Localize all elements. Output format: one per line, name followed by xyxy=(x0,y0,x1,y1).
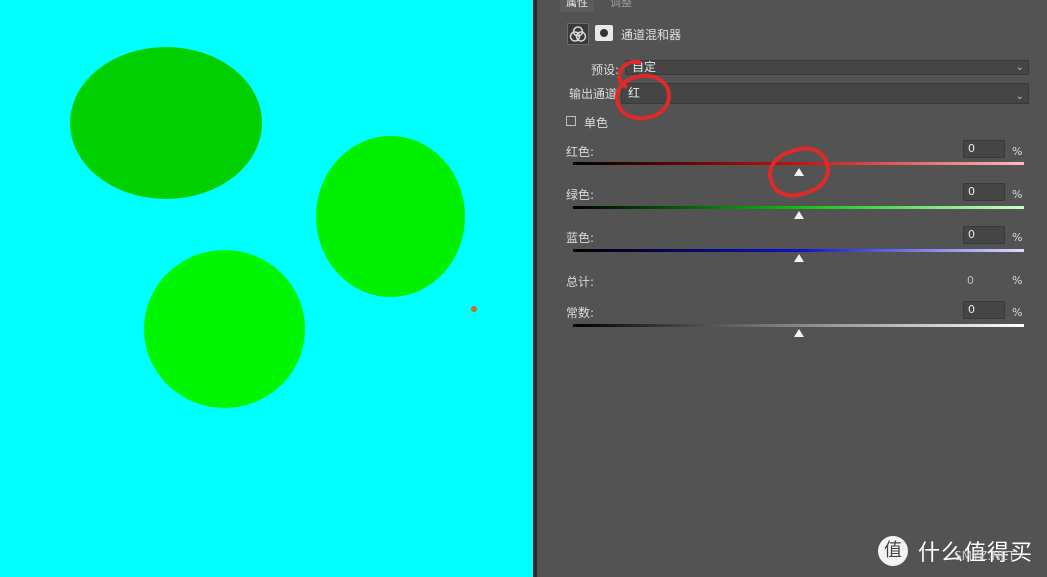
ellipse-green-bottom xyxy=(144,250,305,408)
chevron-down-icon: ⌄ xyxy=(1015,62,1024,73)
layer-mask-icon[interactable] xyxy=(595,25,613,41)
watermark: 值 什么值得买 SMYZ.NET xyxy=(878,533,1047,569)
total-percent-sign: % xyxy=(1012,274,1023,287)
tab-adjustments[interactable]: 调整 xyxy=(604,0,638,12)
pixel-speck xyxy=(471,306,477,312)
green-slider-track[interactable] xyxy=(573,206,1024,209)
blue-percent-sign: % xyxy=(1012,231,1023,244)
red-value-input[interactable]: 0 xyxy=(963,140,1005,158)
panel-tabs: 属性 调整 xyxy=(555,0,1047,14)
watermark-logo: 值 xyxy=(878,536,908,566)
constant-slider-thumb[interactable] xyxy=(793,329,804,337)
monochrome-label: 单色 xyxy=(584,116,609,130)
constant-value-input[interactable]: 0 xyxy=(963,301,1005,319)
properties-panel: 属性 调整 通道混和器 预设: 自定 ⌄ 输出通道 红 ⌄ 单色 红色: 0 %… xyxy=(555,0,1047,577)
channel-mixer-icon[interactable] xyxy=(567,23,589,45)
ellipse-dark-green xyxy=(70,47,262,199)
green-slider-thumb[interactable] xyxy=(793,211,804,219)
watermark-subtext: SMYZ.NET xyxy=(954,549,1016,563)
red-slider-label: 红色: xyxy=(566,145,595,159)
ellipse-green-right xyxy=(316,136,465,297)
red-percent-sign: % xyxy=(1012,145,1023,158)
blue-slider-track[interactable] xyxy=(573,249,1024,252)
channel-mixer-icon-glyph xyxy=(569,26,587,42)
green-slider-label: 绿色: xyxy=(566,188,595,202)
total-label: 总计: xyxy=(566,275,595,289)
preset-dropdown[interactable]: 自定 ⌄ xyxy=(625,60,1029,75)
preset-label: 预设: xyxy=(591,63,620,77)
blue-slider-thumb[interactable] xyxy=(793,254,804,262)
green-percent-sign: % xyxy=(1012,188,1023,201)
constant-percent-sign: % xyxy=(1012,306,1023,319)
total-value: 0 xyxy=(967,274,974,287)
panel-header: 通道混和器 xyxy=(567,23,1047,47)
constant-slider-track[interactable] xyxy=(573,324,1024,327)
constant-label: 常数: xyxy=(566,306,595,320)
monochrome-checkbox[interactable] xyxy=(566,116,576,126)
panel-title: 通道混和器 xyxy=(621,28,682,42)
panel-divider[interactable] xyxy=(533,0,537,577)
tab-properties[interactable]: 属性 xyxy=(560,0,594,12)
blue-slider-label: 蓝色: xyxy=(566,231,595,245)
blue-value-input[interactable]: 0 xyxy=(963,226,1005,244)
document-canvas[interactable] xyxy=(0,0,533,577)
output-channel-dropdown[interactable]: 红 ⌄ xyxy=(621,83,1029,104)
output-channel-label: 输出通道 xyxy=(569,87,618,101)
chevron-down-icon: ⌄ xyxy=(1015,91,1024,102)
green-value-input[interactable]: 0 xyxy=(963,183,1005,201)
annotation-circle-red-thumb xyxy=(762,139,836,205)
